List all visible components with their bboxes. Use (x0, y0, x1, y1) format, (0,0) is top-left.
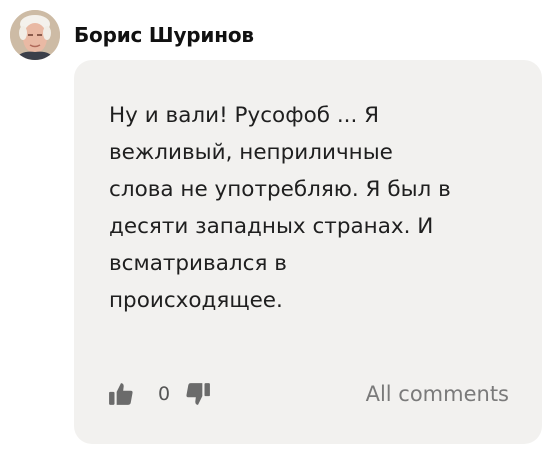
comment-line: вежливый, неприличные (109, 140, 393, 165)
like-button[interactable] (107, 376, 135, 412)
avatar-photo (10, 10, 60, 60)
comment-text: Ну и вали! Русофоб ... Я вежливый, непри… (109, 97, 519, 319)
comment-line: происходящее. (109, 288, 283, 313)
all-comments-link[interactable]: All comments (366, 376, 509, 412)
comment-line: всматривался в (109, 251, 287, 276)
thumbs-up-icon (109, 383, 133, 405)
comment-actions: 0 (107, 376, 212, 412)
rating-count: 0 (158, 383, 171, 405)
comment-line: Ну и вали! Русофоб ... Я (109, 103, 380, 128)
comment-bubble: Ну и вали! Русофоб ... Я вежливый, непри… (74, 60, 542, 444)
thumbs-down-icon (186, 383, 211, 405)
dislike-button[interactable] (184, 376, 212, 412)
author-avatar[interactable] (10, 10, 60, 60)
comment-line: десяти западных странах. И (109, 214, 434, 239)
comment-line: слова не употребляю. Я был в (109, 177, 451, 202)
author-name[interactable]: Борис Шуринов (74, 20, 254, 50)
